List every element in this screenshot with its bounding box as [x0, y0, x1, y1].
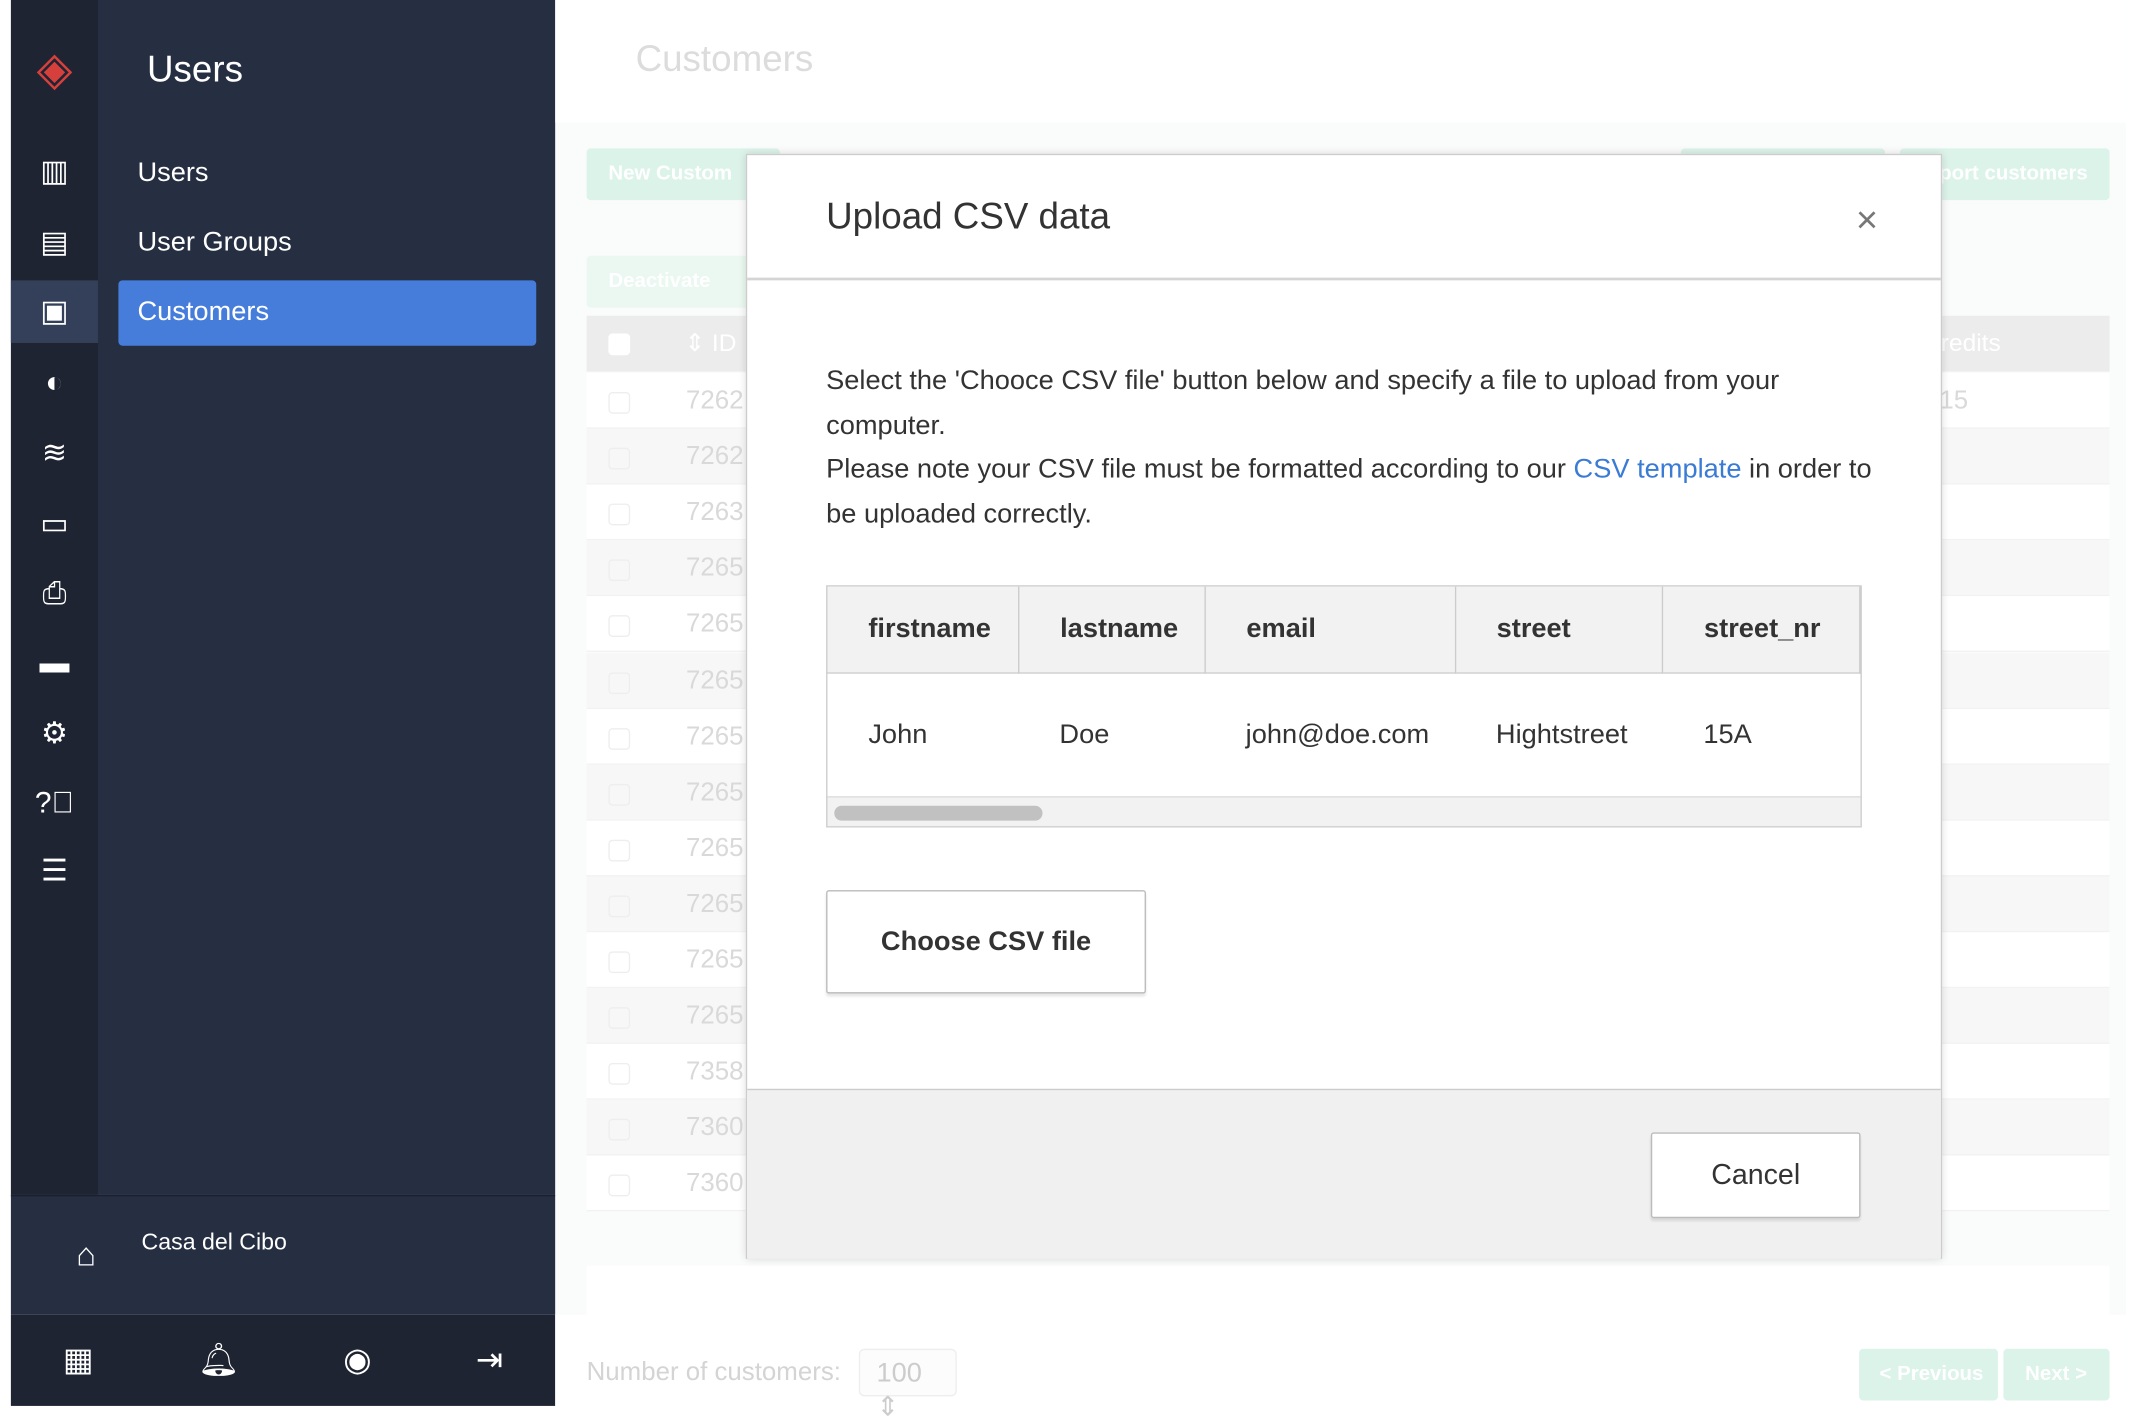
row-checkbox[interactable]: [608, 447, 631, 470]
next-button[interactable]: Next >: [2003, 1348, 2110, 1401]
row-checkbox[interactable]: [608, 727, 631, 750]
app: ◈ ▥ ▤ ▣ ◐ ≋ ▭ ⎙ ▬ ⚙ ?⃝ ☰ Users Users Use…: [0, 0, 2134, 1423]
id-cell: 7265: [685, 778, 744, 807]
row-checkbox[interactable]: [608, 783, 631, 806]
row-checkbox[interactable]: [608, 1175, 631, 1197]
layers-icon[interactable]: ≋: [11, 422, 98, 485]
previous-button[interactable]: < Previous: [1859, 1348, 1998, 1401]
printer-icon[interactable]: ⎙: [11, 562, 98, 625]
logo-icon[interactable]: ◈: [11, 38, 98, 101]
id-cell: 7263: [685, 498, 744, 527]
row-checkbox[interactable]: [608, 1007, 631, 1030]
payment-cards-icon[interactable]: ▬: [11, 632, 98, 695]
help-icon[interactable]: ?⃝: [11, 772, 98, 835]
sidebar-footer: ▦ 🔔︎ ◉ ⇥: [10, 1314, 556, 1406]
store-selector[interactable]: ⌂ Casa del Cibo: [10, 1194, 556, 1315]
cancel-button[interactable]: Cancel: [1650, 1132, 1861, 1219]
upload-csv-modal: Upload CSV data × Select the 'Chooce CSV…: [745, 153, 1943, 1259]
column-header: firstname: [827, 586, 1020, 674]
store-icon: ⌂: [76, 1237, 96, 1274]
id-cell: 7265: [685, 722, 744, 751]
id-cell: 7265: [685, 889, 744, 919]
bell-icon[interactable]: 🔔︎: [198, 1341, 239, 1380]
column-header: email: [1204, 586, 1456, 674]
table-cell: john@doe.com: [1245, 719, 1430, 750]
credits-cell: 15: [1939, 386, 1969, 416]
devices-icon[interactable]: ▭: [11, 493, 98, 556]
logout-icon[interactable]: ⇥: [476, 1341, 503, 1380]
csv-template-link[interactable]: CSV template: [1574, 455, 1742, 485]
close-icon[interactable]: ×: [1856, 199, 1878, 243]
reports-icon[interactable]: ▥: [11, 140, 98, 203]
row-checkbox[interactable]: [608, 1063, 631, 1085]
row-checkbox[interactable]: [608, 671, 631, 694]
count-label: Number of customers:: [586, 1358, 841, 1387]
wine-plate-icon[interactable]: ◐: [11, 351, 98, 414]
column-header: street: [1455, 586, 1664, 674]
id-cell: 7262: [685, 442, 744, 472]
id-cell: 7262: [685, 386, 744, 416]
id-cell: 7358: [685, 1057, 744, 1087]
choose-csv-file-button[interactable]: Choose CSV file: [826, 890, 1146, 994]
column-header: lastname: [1018, 586, 1206, 674]
table-cell: John: [868, 719, 928, 750]
table-cell: Hightstreet: [1495, 719, 1628, 750]
server-icon[interactable]: ☰: [11, 840, 98, 903]
modal-title: Upload CSV data: [826, 195, 1111, 237]
row-checkbox[interactable]: [608, 391, 631, 414]
sidebar-item-customers[interactable]: Customers: [118, 280, 537, 346]
row-checkbox[interactable]: [608, 503, 631, 526]
csv-example-table: firstname lastname email street street_n…: [826, 585, 1862, 828]
chat-icon[interactable]: ▦: [63, 1341, 94, 1380]
row-checkbox[interactable]: [608, 895, 631, 918]
modal-instructions: Select the 'Chooce CSV file' button belo…: [826, 359, 1874, 536]
instruction-line-1: Select the 'Chooce CSV file' button belo…: [826, 366, 1780, 441]
modal-header: Upload CSV data ×: [747, 155, 1941, 281]
row-checkbox[interactable]: [608, 951, 631, 974]
deactivate-button[interactable]: Deactivate: [586, 255, 764, 308]
id-cell: 7265: [685, 945, 744, 975]
row-checkbox[interactable]: [608, 559, 631, 582]
table-row: John Doe john@doe.com Hightstreet 15A: [827, 672, 1859, 797]
store-name: Casa del Cibo: [141, 1228, 287, 1255]
instruction-line-2: Please note your CSV file must be format…: [826, 454, 1872, 529]
horizontal-scrollbar[interactable]: [827, 796, 1861, 827]
id-cell: 7360: [685, 1169, 744, 1199]
column-header: street_nr: [1662, 586, 1861, 674]
sidebar-item-user-groups[interactable]: User Groups: [118, 211, 536, 276]
page-title: Customers: [635, 38, 814, 79]
modal-footer: Cancel: [747, 1088, 1941, 1259]
sidebar-item-users[interactable]: Users: [118, 142, 536, 207]
id-column-header[interactable]: ⇕ ID: [685, 329, 737, 358]
row-checkbox[interactable]: [608, 615, 631, 638]
row-checkbox[interactable]: [608, 839, 631, 862]
id-cell: 7265: [685, 610, 744, 639]
row-checkbox[interactable]: [608, 1119, 631, 1141]
customer-count-select[interactable]: 100 ⇕: [858, 1348, 957, 1422]
id-cell: 7265: [685, 666, 744, 695]
sidebar-title: Users: [146, 48, 243, 90]
table-cell: 15A: [1703, 719, 1752, 750]
id-cell: 7360: [685, 1113, 744, 1143]
id-cell: 7265: [685, 1001, 744, 1031]
account-icon[interactable]: ◉: [343, 1341, 372, 1380]
clipboard-icon[interactable]: ▤: [11, 211, 98, 274]
scrollbar-thumb[interactable]: [834, 805, 1043, 821]
id-cell: 7265: [685, 554, 744, 583]
table-cell: Doe: [1059, 719, 1110, 750]
customer-card-icon[interactable]: ▣: [10, 280, 98, 343]
select-all-checkbox[interactable]: [608, 333, 631, 356]
credits-column-header[interactable]: redits: [1941, 329, 2001, 358]
id-cell: 7265: [685, 834, 744, 863]
gear-icon[interactable]: ⚙: [11, 702, 98, 765]
